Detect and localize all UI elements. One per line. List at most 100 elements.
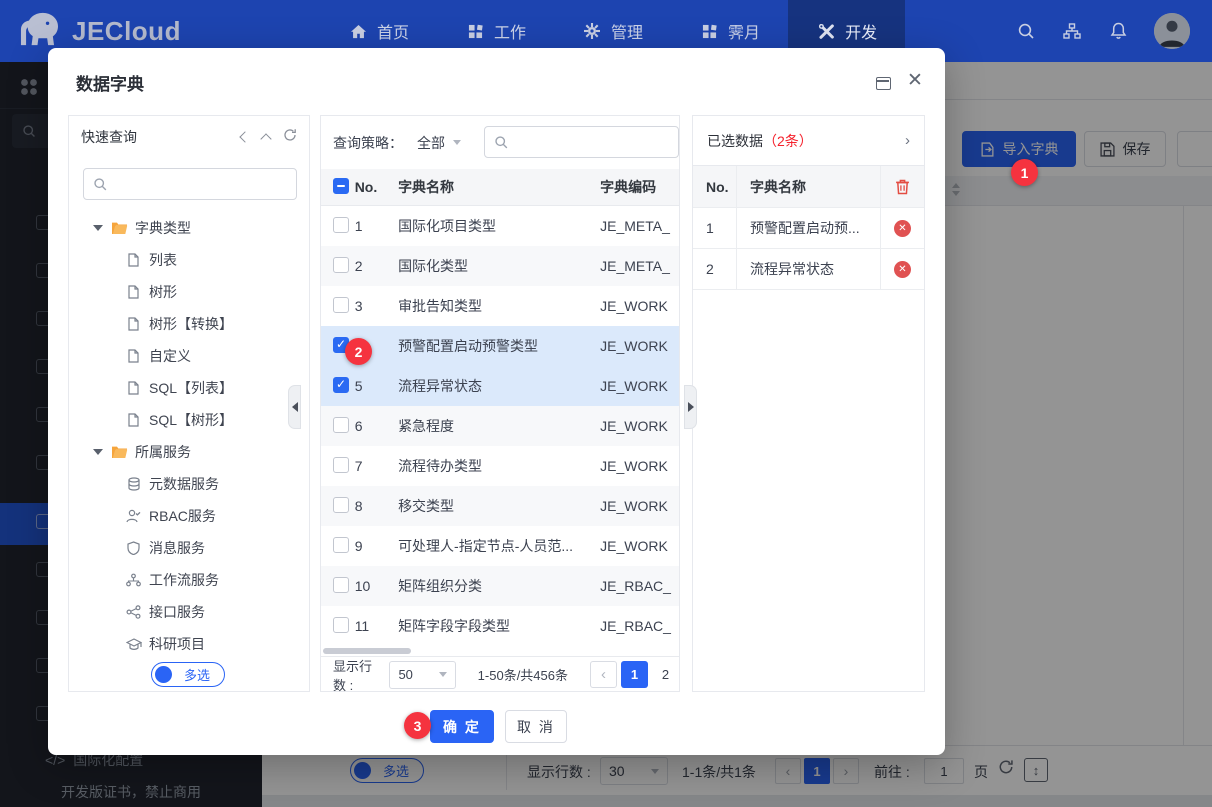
row-checkbox[interactable]: [333, 496, 349, 513]
grid-icon: [465, 21, 485, 41]
table-row[interactable]: 9 可处理人-指定节点-人员范... JE_WORK: [321, 526, 679, 566]
chevron-down-icon[interactable]: [453, 140, 461, 145]
tree-item[interactable]: 所属服务: [69, 436, 309, 468]
tree-search-input[interactable]: [114, 176, 257, 192]
table-row[interactable]: 5 流程异常状态 JE_WORK: [321, 366, 679, 406]
delete-all-icon[interactable]: [881, 166, 924, 207]
cancel-button[interactable]: 取 消: [505, 710, 567, 743]
dictionary-search-input[interactable]: [515, 134, 644, 150]
row-dictionary-name: 国际化项目类型: [398, 218, 497, 234]
row-checkbox[interactable]: [333, 536, 349, 553]
collapse-up-icon[interactable]: [260, 133, 272, 145]
tree-item[interactable]: SQL【列表】: [69, 372, 309, 404]
tree-item[interactable]: 工作流服务: [69, 564, 309, 596]
remove-icon[interactable]: ✕: [894, 219, 911, 237]
row-checkbox[interactable]: [333, 376, 349, 393]
tree-item-label: 接口服务: [149, 604, 205, 620]
remove-icon[interactable]: ✕: [894, 260, 911, 278]
tree-item[interactable]: RBAC服务: [69, 500, 309, 532]
rows-per-page-select[interactable]: 50: [389, 660, 456, 689]
selected-data-title: 已选数据: [707, 132, 763, 149]
database-icon: [125, 476, 142, 492]
navbar-actions: [1016, 13, 1212, 49]
tree-item[interactable]: SQL【树形】: [69, 404, 309, 436]
row-no: 1: [354, 218, 363, 234]
data-dictionary-modal: 数据字典 ✕ 快速查询 字典类型 列表 树形 树形【转换】 自定义 SQL【列表】 SQL【…: [48, 48, 945, 755]
rows-per-page-label: 显示行数 :: [333, 658, 373, 693]
refresh-icon[interactable]: [283, 128, 297, 147]
horizontal-scrollbar[interactable]: [323, 648, 677, 654]
table-row[interactable]: 10 矩阵组织分类 JE_RBAC_: [321, 566, 679, 606]
selected-row: 1 预警配置启动预... ✕: [693, 208, 924, 249]
row-checkbox[interactable]: [333, 616, 349, 633]
select-all-checkbox[interactable]: [333, 177, 349, 194]
table-row[interactable]: 8 移交类型 JE_WORK: [321, 486, 679, 526]
row-checkbox[interactable]: [333, 456, 349, 473]
caret-down-icon[interactable]: [93, 225, 103, 231]
selected-data-panel: 已选数据 （2条） › No. 字典名称 1 预警配置启动预... ✕ 2 流程异常状态…: [692, 115, 925, 692]
row-no: 10: [354, 578, 371, 594]
selected-row: 2 流程异常状态 ✕: [693, 249, 924, 290]
table-row[interactable]: 2 国际化类型 JE_META_: [321, 246, 679, 286]
tree-search-box[interactable]: [83, 168, 297, 200]
scrollbar-thumb[interactable]: [323, 648, 411, 654]
row-dictionary-name: 可处理人-指定节点-人员范...: [398, 538, 574, 554]
collapse-handle-right[interactable]: [684, 385, 697, 429]
confirm-button[interactable]: 确 定: [430, 710, 494, 743]
tree-item[interactable]: 自定义: [69, 340, 309, 372]
tree-item[interactable]: 列表: [69, 244, 309, 276]
tree-multi-select-toggle[interactable]: 多选: [151, 662, 226, 687]
brand[interactable]: JECloud: [0, 10, 230, 53]
brand-name: JECloud: [72, 15, 181, 46]
page-number[interactable]: 1: [621, 661, 648, 688]
folder-icon: [111, 444, 128, 460]
row-no: 11: [354, 618, 370, 634]
tree-item[interactable]: 消息服务: [69, 532, 309, 564]
table-row[interactable]: 11 矩阵字段字段类型 JE_RBAC_: [321, 606, 679, 646]
user-check-icon: [125, 508, 142, 524]
maximize-icon[interactable]: [876, 77, 891, 90]
row-checkbox[interactable]: [333, 216, 349, 233]
tree-item[interactable]: 树形【转换】: [69, 308, 309, 340]
bell-icon[interactable]: [1108, 21, 1128, 41]
row-checkbox[interactable]: [333, 296, 349, 313]
tree-item[interactable]: 科研项目: [69, 628, 309, 660]
tree-item-label: 工作流服务: [149, 572, 219, 588]
table-row[interactable]: 7 流程待办类型 JE_WORK: [321, 446, 679, 486]
workflow-icon: [125, 572, 142, 588]
org-chart-icon[interactable]: [1062, 21, 1082, 41]
tree-item[interactable]: 接口服务: [69, 596, 309, 628]
tree-item[interactable]: 元数据服务: [69, 468, 309, 500]
chevron-right-icon[interactable]: ›: [905, 132, 910, 149]
prev-page-button[interactable]: ‹: [590, 661, 617, 688]
table-row[interactable]: 6 紧急程度 JE_WORK: [321, 406, 679, 446]
page-number[interactable]: 2: [652, 661, 679, 688]
search-icon[interactable]: [1016, 21, 1036, 41]
graduation-cap-icon: [125, 636, 142, 652]
avatar[interactable]: [1154, 13, 1190, 49]
dictionary-search-box[interactable]: [484, 126, 679, 158]
tree-item[interactable]: 字典类型: [69, 212, 309, 244]
table-row[interactable]: 3 审批告知类型 JE_WORK: [321, 286, 679, 326]
table-row[interactable]: 4预警配置启动预警类型JE_WORK: [321, 326, 679, 366]
row-dictionary-code: JE_WORK: [600, 338, 668, 354]
collapse-left-icon[interactable]: [239, 131, 251, 143]
row-checkbox[interactable]: [333, 416, 349, 433]
tree-item-label: RBAC服务: [149, 508, 216, 524]
table-row[interactable]: 1 国际化项目类型 JE_META_: [321, 206, 679, 246]
strategy-value[interactable]: 全部: [417, 133, 445, 153]
quick-query-panel: 快速查询 字典类型 列表 树形 树形【转换】 自定义 SQL【列表】 SQL【树形】 所属服务…: [68, 115, 310, 692]
doc-icon: [125, 348, 142, 364]
row-checkbox[interactable]: [333, 576, 349, 593]
doc-icon: [125, 316, 142, 332]
row-checkbox[interactable]: [333, 256, 349, 273]
collapse-handle-left[interactable]: [288, 385, 301, 429]
share-nodes-icon: [125, 604, 142, 620]
row-dictionary-code: JE_WORK: [600, 538, 668, 554]
tree-item[interactable]: 树形: [69, 276, 309, 308]
range-text: 1-50条/共456条: [477, 668, 568, 683]
tree-item-label: 自定义: [149, 348, 191, 364]
close-icon[interactable]: ✕: [904, 70, 926, 92]
caret-down-icon[interactable]: [93, 449, 103, 455]
strategy-label: 查询策略：: [333, 134, 403, 151]
